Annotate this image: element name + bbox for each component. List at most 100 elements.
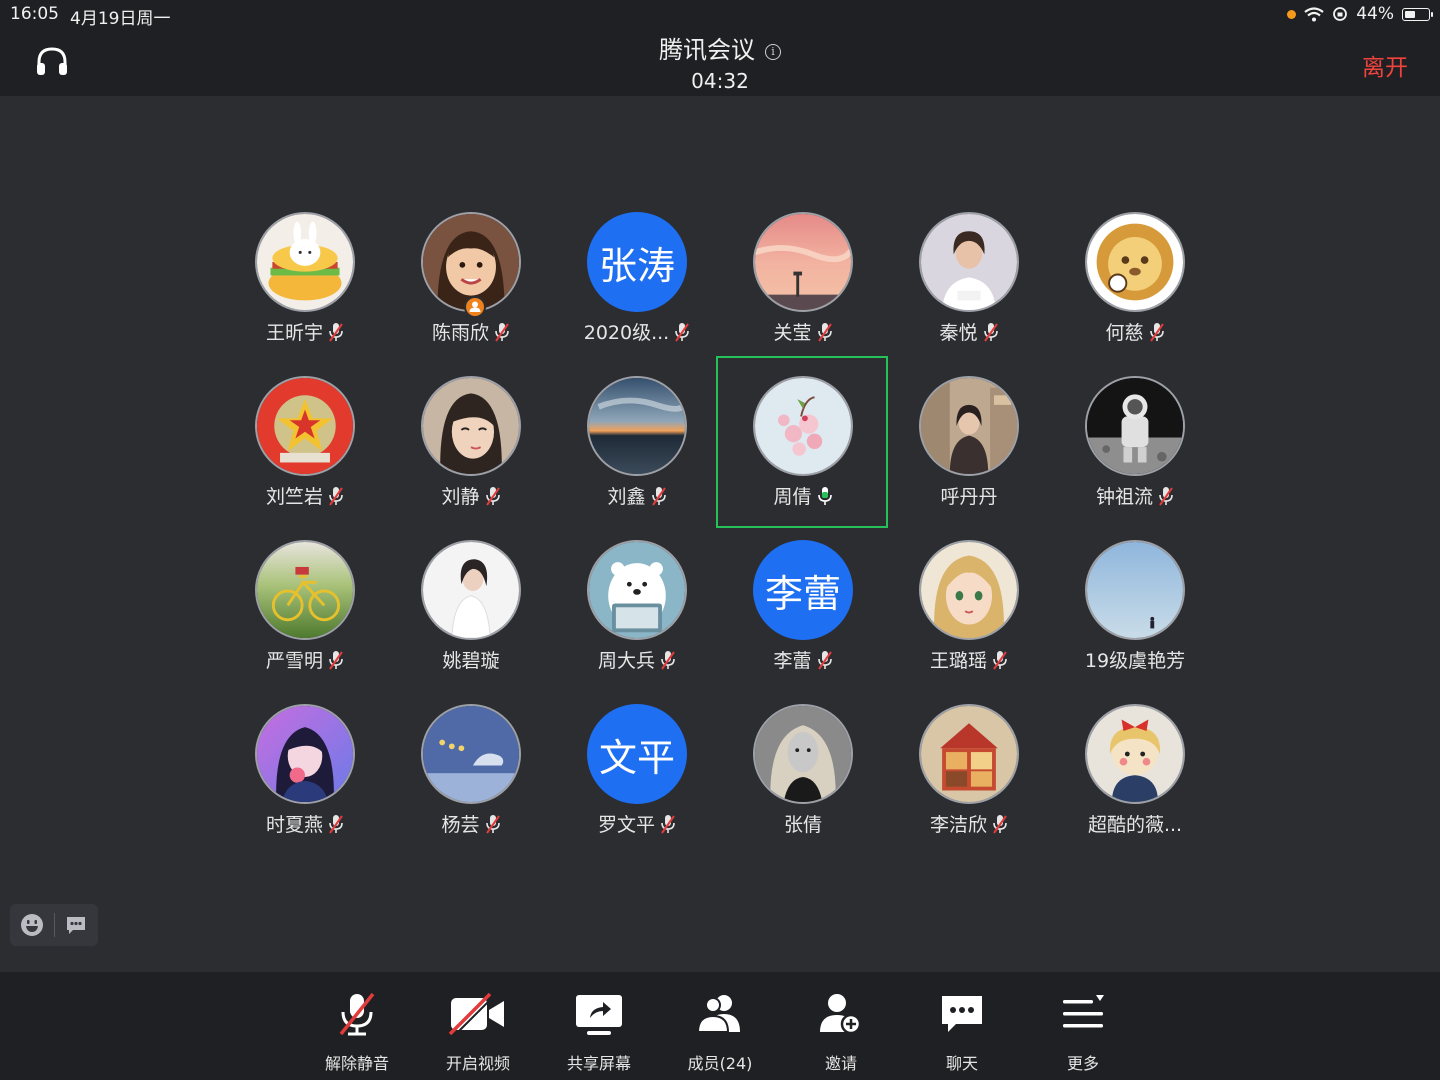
mic-muted-icon — [983, 322, 998, 342]
invite-button[interactable]: 邀请 — [786, 990, 896, 1074]
avatar — [587, 376, 687, 476]
participant-tile[interactable]: 呼丹丹 — [886, 376, 1052, 536]
participant-tile[interactable]: 秦悦 — [886, 212, 1052, 372]
participant-name: 2020级... — [583, 322, 670, 344]
start-video-button[interactable]: 开启视频 — [423, 990, 533, 1074]
unmute-button[interactable]: 解除静音 — [302, 990, 412, 1074]
participant-tile[interactable]: 张涛 2020级... — [554, 212, 720, 372]
avatar: 张涛 — [587, 212, 687, 312]
leave-button[interactable]: 离开 — [1362, 48, 1408, 82]
members-button[interactable]: 成员(24) — [665, 990, 775, 1074]
participant-tile[interactable]: 李蕾 李蕾 — [720, 540, 886, 700]
mic-muted-icon — [495, 322, 509, 342]
participant-name: 王璐瑶 — [929, 650, 987, 672]
orientation-lock-icon — [1333, 7, 1348, 21]
participant-tile[interactable]: 文平 罗文平 — [554, 704, 720, 864]
participant-name: 周大兵 — [597, 650, 655, 672]
participant-tile[interactable]: 杨芸 — [388, 704, 554, 864]
wifi-icon — [1304, 6, 1324, 21]
participant-tile[interactable]: 严雪明 — [222, 540, 388, 700]
participant-tile[interactable]: 19级虞艳芳 — [1052, 540, 1218, 700]
participant-tile[interactable]: 王璐瑶 — [886, 540, 1052, 700]
members-label: 成员(24) — [687, 1054, 753, 1073]
participant-tile[interactable]: 周大兵 — [554, 540, 720, 700]
participant-name: 何慈 — [1105, 322, 1144, 344]
share-screen-label: 共享屏幕 — [566, 1054, 631, 1073]
status-time: 16:05 — [10, 4, 59, 24]
avatar — [421, 376, 521, 476]
participant-tile[interactable]: 李洁欣 — [886, 704, 1052, 864]
participant-tile[interactable]: 周倩 — [720, 376, 886, 536]
mic-muted-icon — [329, 650, 343, 670]
participant-name: 张倩 — [783, 814, 822, 836]
status-icons: 44% — [1287, 4, 1433, 24]
bottom-toolbar: 解除静音 开启视频 共享屏幕 成员(24) 邀请 聊天 更多 — [0, 972, 1440, 1080]
participant-name-row: 陈雨欣 — [388, 318, 554, 345]
participant-name-row: 钟祖流 — [1052, 482, 1218, 509]
participant-name-row: 关莹 — [720, 318, 886, 345]
avatar — [255, 704, 355, 804]
emoji-icon — [20, 914, 43, 936]
avatar — [919, 212, 1019, 312]
participant-name-row: 李蕾 — [720, 646, 886, 673]
participant-name: 钟祖流 — [1095, 486, 1153, 508]
participant-name: 呼丹丹 — [940, 486, 998, 508]
participant-name-row: 周大兵 — [554, 646, 720, 673]
avatar — [753, 376, 853, 476]
avatar — [919, 376, 1019, 476]
top-bar: 16:05 4月19日周一 44% 腾讯会议 i 04:32 离开 — [0, 0, 1440, 96]
status-date: 4月19日周一 — [70, 9, 171, 29]
chat-icon — [942, 996, 982, 1032]
participant-name-row: 2020级... — [554, 318, 720, 345]
meeting-header: 腾讯会议 i 04:32 — [0, 30, 1440, 93]
emoji-button[interactable] — [10, 904, 54, 946]
participant-name: 姚碧璇 — [442, 650, 500, 672]
participant-tile[interactable]: 刘竺岩 — [222, 376, 388, 536]
avatar — [421, 540, 521, 640]
participant-name-row: 刘鑫 — [554, 482, 720, 509]
avatar — [255, 540, 355, 640]
share-screen-button[interactable]: 共享屏幕 — [544, 990, 654, 1074]
unmute-label: 解除静音 — [324, 1054, 389, 1073]
avatar — [753, 212, 853, 312]
start-video-label: 开启视频 — [445, 1054, 510, 1073]
participant-name-row: 罗文平 — [554, 810, 720, 837]
participant-name-row: 时夏燕 — [222, 810, 388, 837]
participant-tile[interactable]: 超酷的薇... — [1052, 704, 1218, 864]
mic-muted-icon — [817, 322, 832, 342]
avatar — [919, 704, 1019, 804]
chat-button[interactable]: 聊天 — [907, 990, 1017, 1074]
side-tools — [10, 904, 98, 946]
participant-tile[interactable]: 时夏燕 — [222, 704, 388, 864]
mic-muted-icon — [329, 322, 343, 342]
participant-tile[interactable]: 刘鑫 — [554, 376, 720, 536]
participant-tile[interactable]: 钟祖流 — [1052, 376, 1218, 536]
participant-name: 严雪明 — [265, 650, 323, 672]
battery-icon — [1402, 7, 1433, 21]
participant-name-row: 王昕宇 — [222, 318, 388, 345]
participant-tile[interactable]: 刘静 — [388, 376, 554, 536]
participant-name-row: 超酷的薇... — [1052, 810, 1218, 837]
share-screen-icon — [576, 995, 622, 1035]
participant-tile[interactable]: 陈雨欣 — [388, 212, 554, 372]
video-off-icon — [448, 992, 504, 1038]
host-badge-icon — [464, 296, 486, 318]
participant-tile[interactable]: 关莹 — [720, 212, 886, 372]
participant-tile[interactable]: 王昕宇 — [222, 212, 388, 372]
participant-tile[interactable]: 姚碧璇 — [388, 540, 554, 700]
invite-label: 邀请 — [824, 1054, 857, 1073]
participant-name-row: 19级虞艳芳 — [1052, 646, 1218, 673]
participant-name: 罗文平 — [597, 814, 655, 836]
more-label: 更多 — [1066, 1054, 1099, 1073]
participant-name-row: 刘静 — [388, 482, 554, 509]
mic-muted-icon — [993, 814, 1007, 834]
more-button[interactable]: 更多 — [1028, 990, 1138, 1074]
avatar — [919, 540, 1019, 640]
danmaku-button[interactable] — [54, 904, 98, 946]
participant-name-row: 周倩 — [720, 482, 886, 509]
participant-name: 19级虞艳芳 — [1084, 650, 1186, 672]
participant-tile[interactable]: 何慈 — [1052, 212, 1218, 372]
info-icon[interactable]: i — [765, 44, 781, 60]
mic-muted-icon — [485, 814, 500, 834]
participant-tile[interactable]: 张倩 — [720, 704, 886, 864]
